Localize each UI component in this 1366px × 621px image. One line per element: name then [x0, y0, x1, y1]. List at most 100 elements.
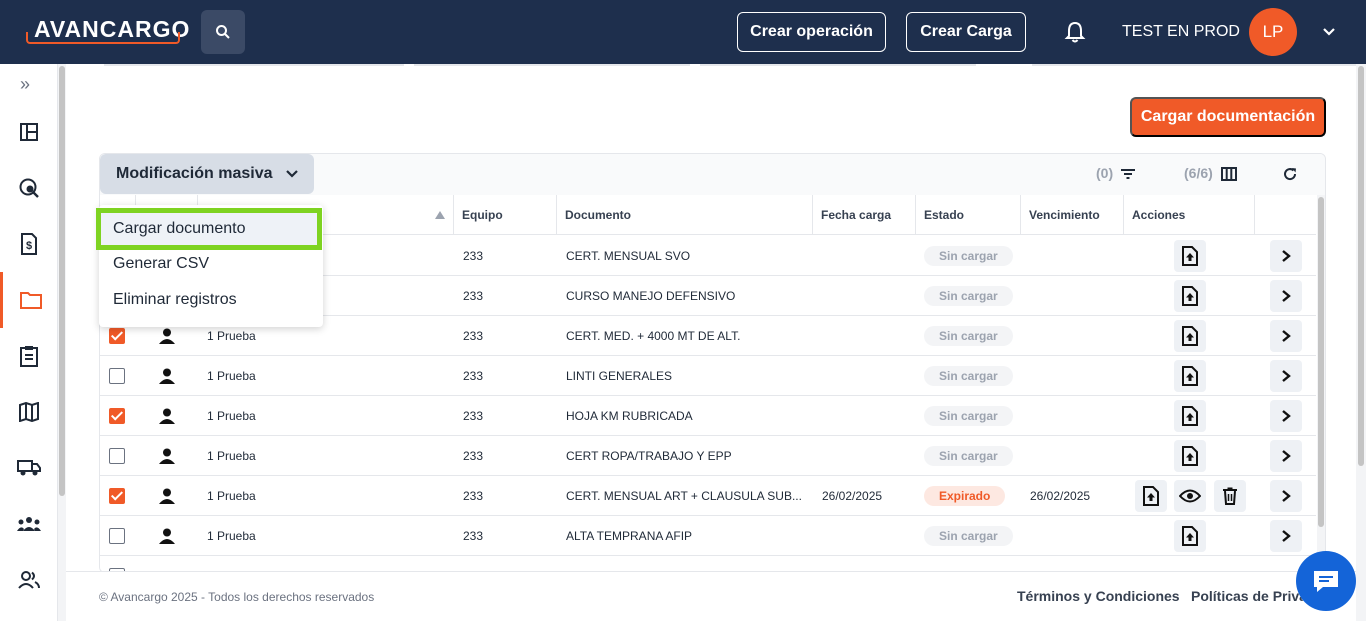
chevron-right-icon[interactable] [1270, 240, 1302, 272]
upload-file-icon[interactable] [1174, 280, 1206, 312]
row-checkbox[interactable] [109, 408, 125, 424]
chevron-down-icon[interactable] [1321, 24, 1337, 40]
search-icon [216, 25, 230, 39]
sidebar-item-users[interactable] [0, 552, 58, 608]
modificacion-masiva-button[interactable]: Modificación masiva [100, 154, 314, 194]
menu-item-cargar-documento[interactable]: Cargar documento [96, 208, 322, 250]
upload-file-icon[interactable] [1174, 440, 1206, 472]
chevron-right-icon[interactable] [1270, 360, 1302, 392]
sort-up-icon [435, 211, 445, 219]
chevron-right-icon[interactable] [1270, 440, 1302, 472]
sidebar-item-groups[interactable] [0, 496, 58, 552]
header-documento[interactable]: Documento [557, 195, 813, 235]
politicas-link[interactable]: Políticas de Priva [1191, 588, 1307, 604]
header-estado[interactable]: Estado [916, 195, 1021, 235]
row-vencimiento [1030, 316, 1120, 356]
sidebar: » $ [0, 64, 58, 621]
trash-icon[interactable] [1214, 480, 1246, 512]
terminos-link[interactable]: Términos y Condiciones [1017, 588, 1180, 604]
sidebar-item-tracking[interactable] [0, 160, 58, 216]
avancargo-logo[interactable]: AVANCARGO [26, 14, 189, 44]
row-documento: ALTA TEMPRANA AFIP [566, 529, 693, 543]
table-scrollbar[interactable] [1317, 195, 1325, 572]
row-estado: Sin cargar [924, 516, 1024, 556]
menu-item-eliminar-registros[interactable]: Eliminar registros [99, 282, 323, 318]
row-checkbox[interactable] [109, 448, 125, 464]
bell-icon[interactable] [1064, 20, 1086, 44]
row-documento: LINTI GENERALES [566, 369, 673, 383]
header-equipo[interactable]: Equipo [454, 195, 557, 235]
row-equipo: 233 [463, 409, 484, 423]
row-vencimiento [1030, 436, 1120, 476]
upload-file-icon[interactable] [1174, 520, 1206, 552]
clipboard-icon [20, 346, 38, 367]
search-button[interactable] [201, 10, 245, 54]
row-vencimiento [1030, 276, 1120, 316]
chevron-right-icon[interactable] [1270, 520, 1302, 552]
eye-icon[interactable] [1174, 480, 1206, 512]
expand-sidebar-icon[interactable]: » [20, 74, 30, 95]
menu-item-generar-csv[interactable]: Generar CSV [99, 246, 323, 282]
row-estado: Sin cargar [924, 396, 1024, 436]
footer: © Avancargo 2025 - Todos los derechos re… [66, 571, 1356, 621]
avatar[interactable]: LP [1249, 8, 1297, 56]
sidebar-item-fleet[interactable] [0, 440, 58, 496]
svg-text:$: $ [26, 240, 32, 252]
sidebar-item-orders[interactable] [0, 328, 58, 384]
row-documento: CERT. MENSUAL ART + CLAUSULA SUB... [566, 489, 802, 503]
row-checkbox[interactable] [109, 328, 125, 344]
table-row[interactable]: 1 Prueba 233 HOJA KM RUBRICADA Sin cargar [100, 396, 1316, 436]
group-icon [17, 517, 41, 531]
table-row[interactable]: 1 Prueba 233 LINTI GENERALES Sin cargar [100, 356, 1316, 396]
row-vencimiento [1030, 356, 1120, 396]
filter-icon[interactable] [1120, 167, 1136, 181]
chevron-right-icon[interactable] [1270, 280, 1302, 312]
sidebar-item-map[interactable] [0, 384, 58, 440]
invoice-icon: $ [21, 233, 37, 255]
table-row[interactable]: 1 Prueba 233 CERT. MENSUAL ART + CLAUSULA … [100, 476, 1316, 516]
truck-icon [17, 460, 41, 476]
chevron-right-icon[interactable] [1270, 480, 1302, 512]
chat-button[interactable] [1296, 551, 1356, 611]
row-checkbox[interactable] [109, 528, 125, 544]
table-row[interactable]: 1 Prueba 233 ALTA TEMPRANA AFIP Sin cargar [100, 516, 1316, 556]
sidebar-item-dashboard[interactable] [0, 104, 58, 160]
chevron-right-icon[interactable] [1270, 400, 1302, 432]
row-fecha-carga: 26/02/2025 [822, 489, 883, 503]
crear-carga-button[interactable]: Crear Carga [906, 12, 1026, 52]
page-scrollbar[interactable] [1356, 64, 1366, 621]
header-fecha-carga[interactable]: Fecha carga [813, 195, 916, 235]
row-checkbox[interactable] [109, 368, 125, 384]
sidebar-item-billing[interactable]: $ [0, 216, 58, 272]
copyright: © Avancargo 2025 - Todos los derechos re… [99, 590, 375, 604]
masiva-label: Modificación masiva [116, 165, 273, 182]
table-row[interactable]: 1 Prueba 233 CERT ROPA/TRABAJO Y EPP Sin ca… [100, 436, 1316, 476]
row-estado: Sin cargar [924, 236, 1024, 276]
crear-operacion-button[interactable]: Crear operación [737, 12, 886, 52]
status-badge: Sin cargar [924, 406, 1013, 426]
row-fecha-carga [822, 396, 912, 436]
chevron-right-icon[interactable] [1270, 320, 1302, 352]
refresh-icon[interactable] [1282, 166, 1298, 182]
upload-file-icon[interactable] [1174, 240, 1206, 272]
row-equipo: 233 [463, 249, 484, 263]
row-fecha-carga [822, 516, 912, 556]
row-checkbox[interactable] [109, 488, 125, 504]
row-equipo: 233 [463, 369, 484, 383]
row-name: 1 Prueba [207, 529, 256, 543]
row-fecha-carga [822, 356, 912, 396]
modificacion-masiva-menu: Cargar documento Generar CSV Eliminar re… [96, 205, 323, 327]
sidebar-item-documents[interactable] [0, 272, 58, 328]
columns-icon[interactable] [1221, 167, 1237, 181]
cargar-documentacion-button[interactable]: Cargar documentación [1130, 97, 1326, 137]
status-badge: Sin cargar [924, 286, 1013, 306]
row-vencimiento [1030, 516, 1120, 556]
upload-file-icon[interactable] [1135, 480, 1167, 512]
upload-file-icon[interactable] [1174, 320, 1206, 352]
upload-file-icon[interactable] [1174, 360, 1206, 392]
upload-file-icon[interactable] [1174, 400, 1206, 432]
row-estado: Sin cargar [924, 356, 1024, 396]
header-acciones: Acciones [1124, 195, 1255, 235]
header-vencimiento[interactable]: Vencimiento [1021, 195, 1124, 235]
sidebar-scrollbar[interactable] [58, 64, 66, 621]
